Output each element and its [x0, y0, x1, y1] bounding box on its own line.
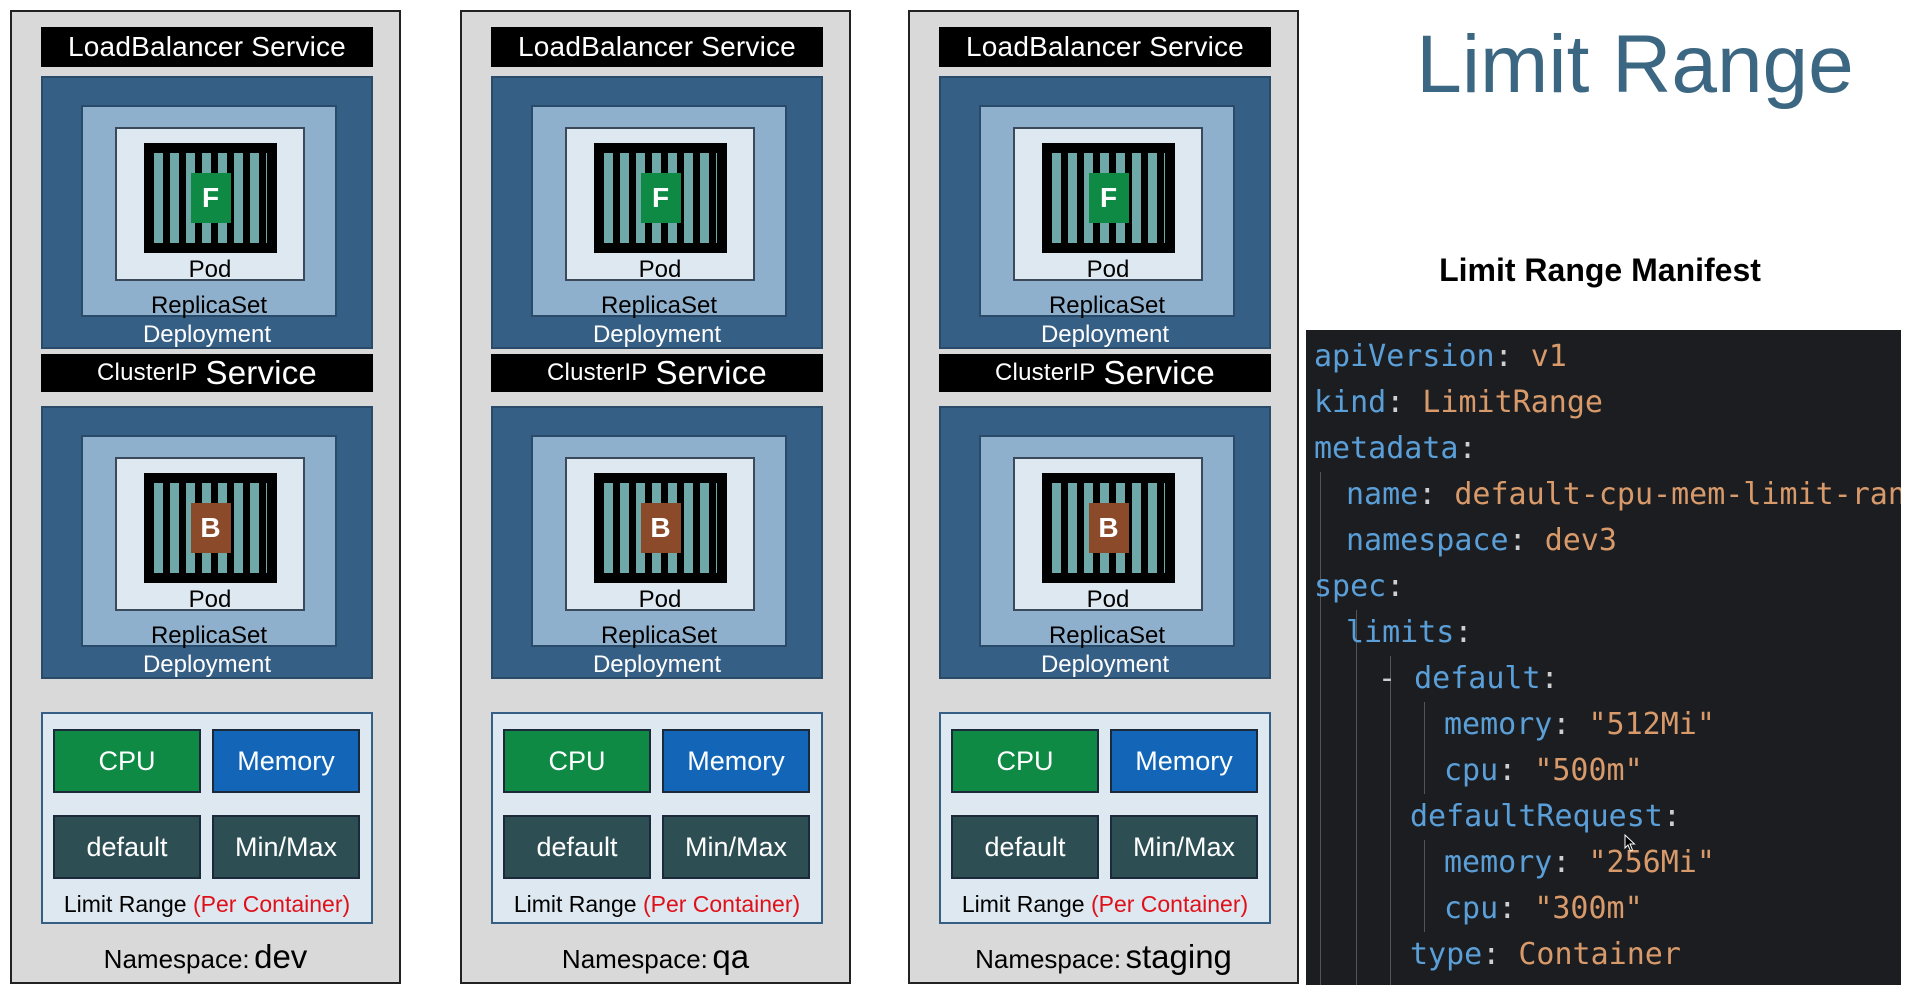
- backend-deployment: B Pod ReplicaSet Deployment: [491, 406, 823, 679]
- namespace-panel-qa: LoadBalancer Service F Pod ReplicaSet De…: [460, 10, 851, 984]
- minmax-tile: Min/Max: [1110, 815, 1258, 879]
- container-frontend-icon: F: [1042, 143, 1175, 253]
- frontend-replicaset: F Pod ReplicaSet: [531, 105, 787, 319]
- deployment-label: Deployment: [1040, 651, 1170, 678]
- replicaset-label: ReplicaSet: [150, 622, 268, 649]
- loadbalancer-service: LoadBalancer Service: [491, 27, 823, 67]
- clusterip-service: ClusterIP Service: [41, 354, 373, 392]
- frontend-replicaset: F Pod ReplicaSet: [81, 105, 337, 319]
- replicaset-label: ReplicaSet: [1048, 622, 1166, 649]
- pod-label: Pod: [188, 256, 232, 283]
- replicaset-label: ReplicaSet: [1048, 292, 1166, 319]
- frontend-glyph: F: [640, 173, 681, 223]
- manifest-title: Limit Range Manifest: [1439, 252, 1761, 288]
- code-line-1: apiVersion: v1: [1314, 339, 1567, 374]
- frontend-pod: F Pod: [1013, 127, 1203, 283]
- code-line-9: memory: "512Mi": [1444, 707, 1715, 742]
- code-line-10: cpu: "500m": [1444, 753, 1643, 788]
- replicaset-label: ReplicaSet: [600, 622, 718, 649]
- backend-replicaset: B Pod ReplicaSet: [531, 435, 787, 649]
- mouse-pointer-icon: [1624, 834, 1636, 852]
- pod-label: Pod: [1086, 256, 1130, 283]
- backend-glyph: B: [190, 503, 231, 553]
- loadbalancer-service: LoadBalancer Service: [41, 27, 373, 67]
- clusterip-service: ClusterIP Service: [491, 354, 823, 392]
- pod-label: Pod: [638, 586, 682, 613]
- code-line-8: - default:: [1378, 661, 1559, 696]
- container-frontend-icon: F: [144, 143, 277, 253]
- default-tile: default: [951, 815, 1099, 879]
- pod-label: Pod: [1086, 586, 1130, 613]
- backend-pod: B Pod: [565, 457, 755, 613]
- page-title: Limit Range: [1416, 19, 1854, 110]
- namespace-label: Namespace: staging: [975, 938, 1232, 975]
- backend-glyph: B: [1088, 503, 1129, 553]
- namespace-panel-dev: LoadBalancer Service F Pod ReplicaSet De…: [10, 10, 401, 984]
- cpu-tile: CPU: [503, 729, 651, 793]
- limit-range-box: CPU Memory default Min/Max Limit Range (…: [491, 712, 823, 924]
- backend-replicaset: B Pod ReplicaSet: [979, 435, 1235, 649]
- code-line-5: namespace: dev3: [1346, 523, 1617, 558]
- loadbalancer-service: LoadBalancer Service: [939, 27, 1271, 67]
- frontend-replicaset: F Pod ReplicaSet: [979, 105, 1235, 319]
- default-tile: default: [503, 815, 651, 879]
- manifest-code-block: apiVersion: v1 kind: LimitRange metadata…: [1306, 330, 1901, 985]
- container-backend-icon: B: [144, 473, 277, 583]
- frontend-deployment: F Pod ReplicaSet Deployment: [41, 76, 373, 349]
- clusterip-service: ClusterIP Service: [939, 354, 1271, 392]
- namespace-label: Namespace: dev: [103, 938, 308, 975]
- code-line-3: metadata:: [1314, 431, 1477, 466]
- code-line-13: cpu: "300m": [1444, 891, 1643, 926]
- frontend-glyph: F: [1088, 173, 1129, 223]
- pod-label: Pod: [188, 586, 232, 613]
- backend-deployment: B Pod ReplicaSet Deployment: [41, 406, 373, 679]
- backend-pod: B Pod: [1013, 457, 1203, 613]
- backend-deployment: B Pod ReplicaSet Deployment: [939, 406, 1271, 679]
- limit-range-box: CPU Memory default Min/Max Limit Range (…: [41, 712, 373, 924]
- backend-glyph: B: [640, 503, 681, 553]
- code-line-11: defaultRequest:: [1410, 799, 1681, 834]
- replicaset-label: ReplicaSet: [150, 292, 268, 319]
- deployment-label: Deployment: [142, 321, 272, 348]
- code-line-2: kind: LimitRange: [1314, 385, 1603, 420]
- frontend-deployment: F Pod ReplicaSet Deployment: [939, 76, 1271, 349]
- memory-tile: Memory: [662, 729, 810, 793]
- code-line-6: spec:: [1314, 569, 1405, 604]
- cpu-tile: CPU: [53, 729, 201, 793]
- frontend-pod: F Pod: [115, 127, 305, 283]
- namespace-panel-staging: LoadBalancer Service F Pod ReplicaSet De…: [908, 10, 1299, 984]
- deployment-label: Deployment: [592, 321, 722, 348]
- cpu-tile: CPU: [951, 729, 1099, 793]
- memory-tile: Memory: [212, 729, 360, 793]
- minmax-tile: Min/Max: [662, 815, 810, 879]
- namespace-label: Namespace: qa: [561, 938, 750, 975]
- frontend-glyph: F: [190, 173, 231, 223]
- limit-range-label: Limit Range (Per Container): [513, 891, 801, 917]
- container-backend-icon: B: [1042, 473, 1175, 583]
- code-line-4: name: default-cpu-mem-limit-range: [1346, 477, 1901, 512]
- code-line-14: type: Container: [1410, 937, 1681, 972]
- replicaset-label: ReplicaSet: [600, 292, 718, 319]
- backend-pod: B Pod: [115, 457, 305, 613]
- frontend-deployment: F Pod ReplicaSet Deployment: [491, 76, 823, 349]
- deployment-label: Deployment: [142, 651, 272, 678]
- container-frontend-icon: F: [594, 143, 727, 253]
- default-tile: default: [53, 815, 201, 879]
- limit-range-box: CPU Memory default Min/Max Limit Range (…: [939, 712, 1271, 924]
- memory-tile: Memory: [1110, 729, 1258, 793]
- limit-range-label: Limit Range (Per Container): [961, 891, 1249, 917]
- deployment-label: Deployment: [1040, 321, 1170, 348]
- limit-range-label: Limit Range (Per Container): [63, 891, 351, 917]
- frontend-pod: F Pod: [565, 127, 755, 283]
- code-line-7: limits:: [1346, 615, 1473, 650]
- deployment-label: Deployment: [592, 651, 722, 678]
- container-backend-icon: B: [594, 473, 727, 583]
- code-line-12: memory: "256Mi": [1444, 845, 1715, 880]
- backend-replicaset: B Pod ReplicaSet: [81, 435, 337, 649]
- minmax-tile: Min/Max: [212, 815, 360, 879]
- pod-label: Pod: [638, 256, 682, 283]
